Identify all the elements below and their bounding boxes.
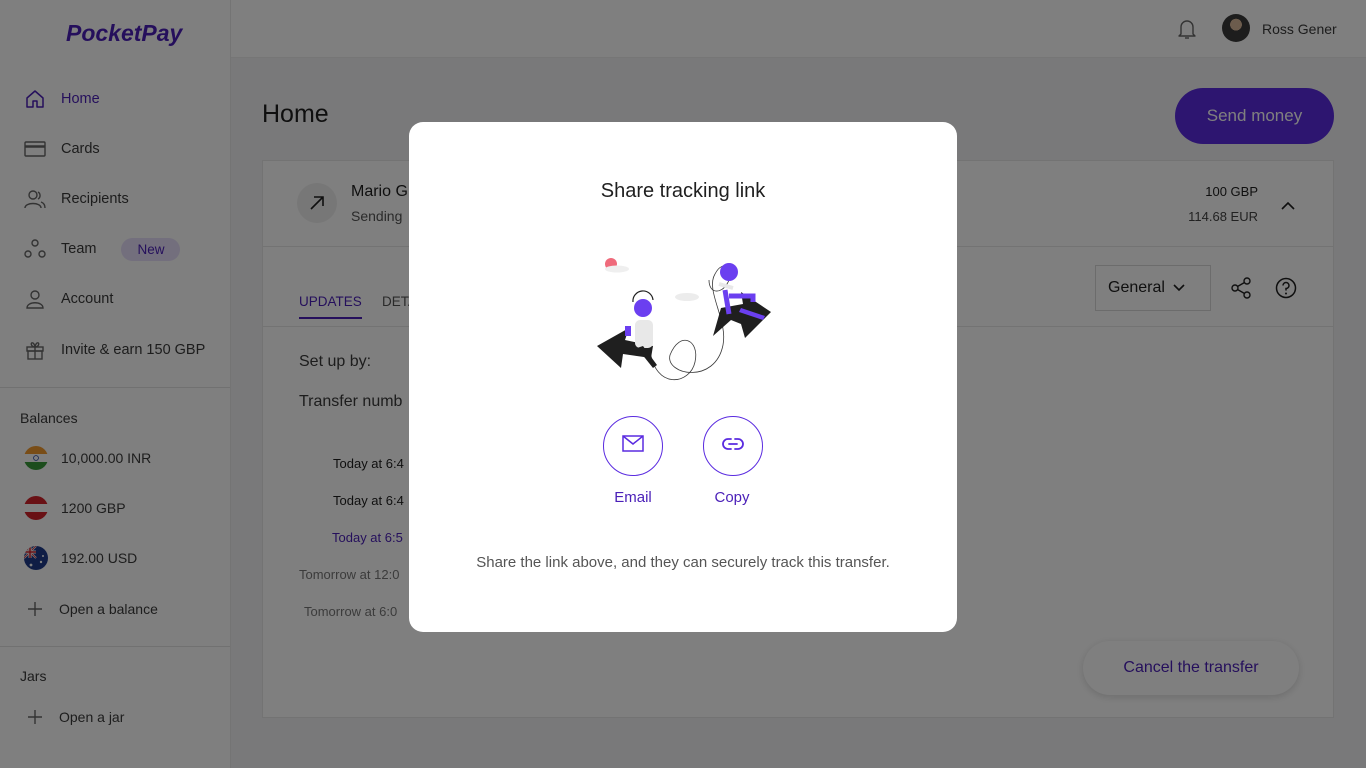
- email-label[interactable]: Email: [593, 489, 673, 506]
- people-on-arrows-illustration: [597, 258, 771, 381]
- modal-title: Share tracking link: [600, 180, 766, 202]
- email-share-button[interactable]: [603, 416, 663, 476]
- modal-description: Share the link above, and they can secur…: [476, 554, 890, 571]
- share-tracking-modal: Share tracking link Email Copy Share the…: [409, 122, 957, 632]
- copy-label[interactable]: Copy: [692, 489, 772, 506]
- link-icon: [722, 437, 744, 456]
- envelope-icon: [622, 435, 644, 457]
- copy-link-button[interactable]: [703, 416, 763, 476]
